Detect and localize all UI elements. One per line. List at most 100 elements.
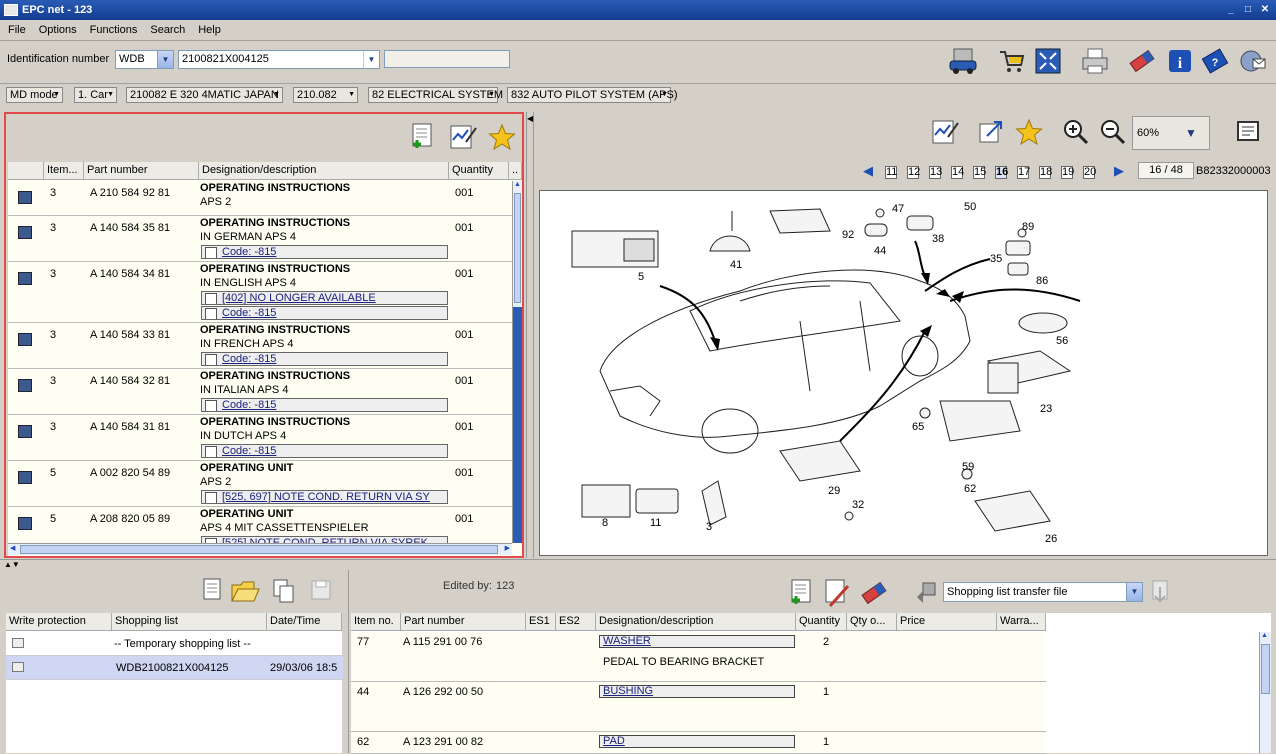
diagram-callout[interactable]: 59 [962,461,974,473]
star-icon[interactable] [1014,117,1044,147]
menu-help[interactable]: Help [198,24,221,36]
page-link[interactable]: 18 [1034,165,1056,179]
part-note-link[interactable]: [525, 697] NOTE COND. RETURN VIA SY [201,490,448,504]
collapse-left-icon[interactable]: ◀ [527,114,533,123]
shopping-list-row[interactable]: -- Temporary shopping list -- [6,632,343,656]
part-note-link[interactable]: [402] NO LONGER AVAILABLE [201,291,448,305]
page-link[interactable]: 13 [924,165,946,179]
diagram-callout[interactable]: 8 [602,517,608,529]
col-es2[interactable]: ES2 [556,613,596,630]
zoom-in-icon[interactable] [1061,117,1091,147]
basket-description-link[interactable]: PAD [599,735,795,748]
parts-row[interactable]: 5 A 208 820 05 89 OPERATING UNIT APS 4 MIT … [8,507,512,543]
fullscreen-icon[interactable] [1033,46,1063,76]
zoom-select[interactable]: 60% ▼ [1132,116,1210,150]
part-image-icon[interactable] [18,379,32,392]
part-note-link[interactable]: [525] NOTE COND. RETURN VIA SYREK [201,536,448,543]
col-quantity[interactable]: Quantity [796,613,847,630]
col-quantity[interactable]: Quantity [449,162,509,179]
group-select[interactable]: 82 ELECTRICAL SYSTEM ▼ [368,87,503,103]
col-price[interactable]: Price [897,613,997,630]
part-image-icon[interactable] [18,272,32,285]
eraser-icon[interactable] [1127,46,1157,76]
parts-row[interactable]: 3 A 140 584 31 81 OPERATING INSTRUCTIONS IN… [8,415,512,461]
parts-vertical-scrollbar[interactable]: ▲ [512,181,522,543]
part-note-link[interactable]: Code: -815 [201,245,448,259]
page-link[interactable]: 12 [902,165,924,179]
page-link[interactable]: 16 [990,165,1012,179]
pointer-zoom-icon[interactable] [976,117,1006,147]
add-document-icon[interactable] [785,578,815,608]
page-link[interactable]: 11 [880,165,902,179]
lock-icon[interactable] [12,638,24,648]
diagram-callout[interactable]: 50 [964,201,976,213]
type-select[interactable]: 210.082 ▼ [293,87,358,103]
diagram-callout[interactable]: 5 [638,271,644,283]
minimize-button[interactable]: _ [1224,3,1238,16]
close-button[interactable]: ✕ [1258,3,1272,16]
document-icon[interactable] [1233,117,1263,147]
help-book-icon[interactable]: ? [1200,46,1230,76]
basket-description-link[interactable]: WASHER [599,635,795,648]
part-image-icon[interactable] [18,191,32,204]
col-item-no[interactable]: Item no. [351,613,401,630]
model-select[interactable]: 210082 E 320 4MATIC JAPAN ▼ [126,87,283,103]
scroll-left-icon[interactable]: ◀ [10,544,15,552]
eraser-icon[interactable] [859,578,889,608]
diagram-callout[interactable]: 38 [932,233,944,245]
car-select[interactable]: 1. Car ▼ [74,87,117,103]
subgroup-select[interactable]: 832 AUTO PILOT SYSTEM (APS) ▼ [507,87,677,103]
parts-row[interactable]: 3 A 210 584 92 81 OPERATING INSTRUCTIONS AP… [8,181,512,216]
col-date-time[interactable]: Date/Time [267,613,342,630]
shopping-cart-icon[interactable] [996,46,1026,76]
menu-functions[interactable]: Functions [90,24,138,36]
part-image-icon[interactable] [18,333,32,346]
parts-scroll-thumb[interactable] [514,193,521,303]
page-link[interactable]: 17 [1012,165,1034,179]
maximize-button[interactable]: □ [1241,3,1255,16]
col-item[interactable]: Item... [44,162,84,179]
mail-globe-icon[interactable] [1238,46,1268,76]
diagram-callout[interactable]: 86 [1036,275,1048,287]
page-link[interactable]: 14 [946,165,968,179]
horizontal-splitter[interactable]: ▲▼ [0,559,1276,569]
parts-hscroll-thumb[interactable] [20,545,498,554]
col-qty-ordered[interactable]: Qty o... [847,613,897,630]
diagram-callout[interactable]: 92 [842,229,854,241]
zoom-out-icon[interactable] [1098,117,1128,147]
scroll-right-icon[interactable]: ▶ [505,544,510,552]
diagram-callout[interactable]: 29 [828,485,840,497]
diagram-callout[interactable]: 56 [1056,335,1068,347]
list-document-icon[interactable] [196,576,226,606]
print-icon[interactable] [1080,46,1110,76]
add-document-icon[interactable] [406,122,436,152]
star-icon[interactable] [487,122,517,152]
col-shopping-list[interactable]: Shopping list [112,613,267,630]
next-page-icon[interactable]: ▶ [1114,163,1124,179]
col-description[interactable]: Designation/description [199,162,449,179]
ident-prefix-select[interactable]: WDB ▼ [115,50,174,69]
parts-row[interactable]: 3 A 140 584 32 81 OPERATING INSTRUCTIONS IN… [8,369,512,415]
part-note-link[interactable]: Code: -815 [201,306,448,320]
transfer-icon[interactable] [911,578,941,608]
part-image-icon[interactable] [18,471,32,484]
diagram-callout[interactable]: 11 [650,517,661,529]
diagram-callout[interactable]: 3 [706,521,712,533]
collapse-up-icon[interactable]: ▲▼ [4,560,20,569]
part-image-icon[interactable] [18,226,32,239]
diagram-callout[interactable]: 32 [852,499,864,511]
page-link[interactable]: 20 [1078,165,1100,179]
diagram-callout[interactable]: 47 [892,203,904,215]
copy-icon[interactable] [269,576,299,606]
basket-description-link[interactable]: BUSHING [599,685,795,698]
page-link[interactable]: 19 [1056,165,1078,179]
menu-options[interactable]: Options [39,24,77,36]
col-es1[interactable]: ES1 [526,613,556,630]
vertical-splitter[interactable]: ◀ [526,112,534,558]
part-note-link[interactable]: Code: -815 [201,398,448,412]
col-part-number[interactable]: Part number [84,162,199,179]
parts-row[interactable]: 3 A 140 584 33 81 OPERATING INSTRUCTIONS IN… [8,323,512,369]
diagram-callout[interactable]: 41 [730,259,742,271]
prev-page-icon[interactable]: ◀ [863,163,873,179]
basket-row[interactable]: 62 A 123 291 00 82 PAD 1 [351,732,1046,754]
